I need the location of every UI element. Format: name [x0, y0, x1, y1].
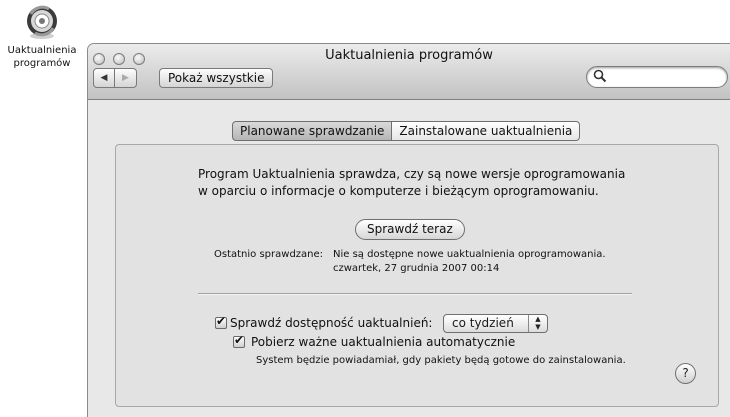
description-line1: Program Uaktualnienia sprawdza, czy są n… — [198, 167, 626, 181]
description-text: Program Uaktualnienia sprawdza, czy są n… — [198, 166, 668, 200]
check-now-button[interactable]: Sprawdź teraz — [355, 219, 465, 240]
desktop-icon-label: Uaktualnienia programów — [0, 44, 84, 70]
window-title: Uaktualnienia programów — [325, 48, 493, 63]
description-line2: w oparciu o informacje o komputerze i bi… — [198, 184, 599, 198]
back-arrow-icon: ◀ — [100, 73, 108, 83]
forward-arrow-icon: ▶ — [122, 73, 129, 83]
titlebar: Uaktualnienia programów ◀ ▶ Pokaż wszyst… — [88, 44, 730, 100]
desktop-label-line1: Uaktualnienia — [7, 45, 77, 56]
search-field[interactable] — [586, 66, 728, 88]
checkmark-icon: ✔ — [234, 333, 245, 347]
help-button[interactable]: ? — [675, 363, 696, 384]
forward-button[interactable]: ▶ — [115, 68, 137, 88]
frequency-value: co tydzień — [452, 316, 514, 330]
preferences-window: Uaktualnienia programów ◀ ▶ Pokaż wszyst… — [88, 44, 730, 417]
download-note: System będzie powiadamiał, gdy pakiety b… — [256, 355, 626, 366]
popup-arrows-icon: ▲ ▼ — [528, 315, 547, 332]
check-for-updates-label: Sprawdź dostępność uaktualnień: — [230, 316, 433, 330]
download-updates-checkbox[interactable]: ✔ — [233, 333, 245, 348]
navigation-buttons: ◀ ▶ — [93, 68, 137, 88]
tab-installed-updates[interactable]: Zainstalowane uaktualnienia — [392, 121, 581, 141]
checkmark-icon: ✔ — [216, 314, 227, 328]
desktop-software-update-item[interactable]: Uaktualnienia programów — [0, 0, 84, 80]
last-checked-result: Nie są dostępne nowe uaktualnienia oprog… — [333, 249, 606, 260]
check-for-updates-checkbox[interactable]: ✔ — [215, 314, 227, 329]
software-update-icon — [27, 5, 57, 39]
tab-scheduled-check[interactable]: Planowane sprawdzanie — [232, 121, 393, 141]
back-button[interactable]: ◀ — [93, 68, 115, 88]
show-all-button[interactable]: Pokaż wszystkie — [159, 68, 274, 88]
download-updates-label: Pobierz ważne uaktualnienia automatyczni… — [251, 335, 516, 349]
desktop-label-line2: programów — [13, 58, 71, 69]
frequency-popup[interactable]: co tydzień ▲ ▼ — [443, 314, 548, 333]
last-checked-value: Nie są dostępne nowe uaktualnienia oprog… — [333, 248, 606, 276]
last-checked-date: czwartek, 27 grudnia 2007 00:14 — [333, 263, 500, 274]
last-checked-label: Ostatnio sprawdzane: — [214, 249, 324, 260]
magnifier-icon — [593, 69, 607, 83]
tab-bar: Planowane sprawdzanie Zainstalowane uakt… — [232, 121, 581, 141]
separator — [198, 293, 632, 295]
